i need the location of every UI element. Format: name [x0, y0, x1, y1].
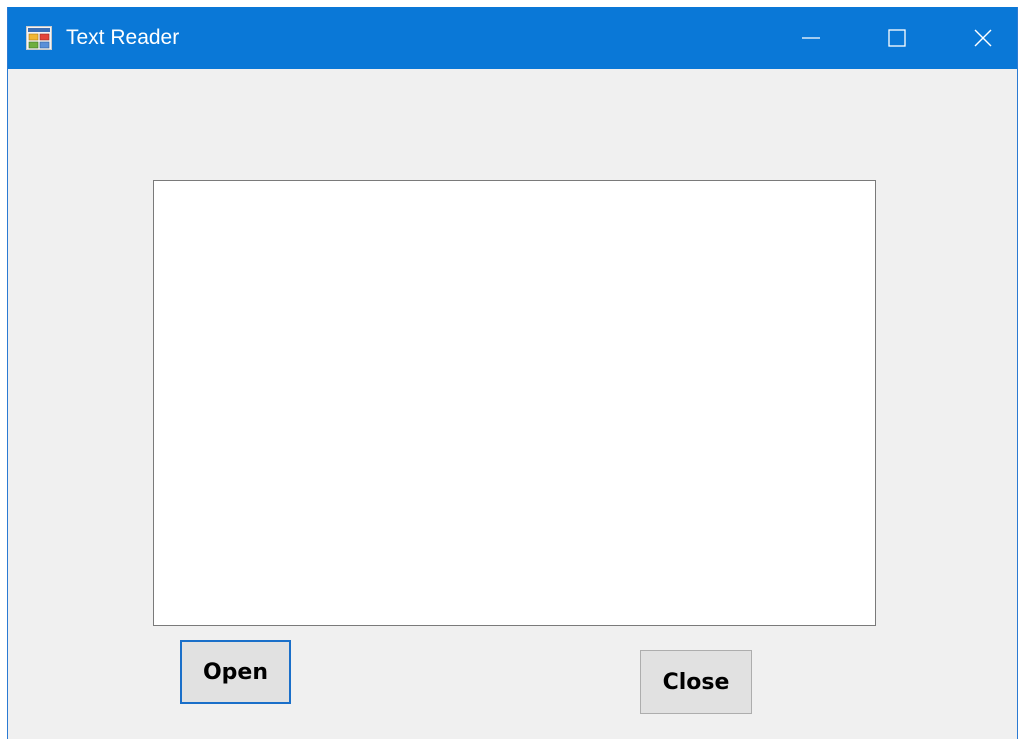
text-content-box[interactable] [153, 180, 876, 626]
title-bar[interactable]: Text Reader [8, 7, 1017, 69]
open-button[interactable]: Open [180, 640, 291, 704]
minimize-button[interactable] [768, 7, 854, 69]
close-window-button[interactable] [940, 7, 1020, 69]
close-icon [973, 28, 993, 48]
close-button[interactable]: Close [640, 650, 752, 714]
app-icon [26, 26, 52, 50]
text-reader-window: Text Reader Open Close [7, 7, 1018, 739]
minimize-icon [801, 28, 821, 48]
maximize-icon [887, 28, 907, 48]
maximize-button[interactable] [854, 7, 940, 69]
window-title: Text Reader [66, 26, 180, 49]
